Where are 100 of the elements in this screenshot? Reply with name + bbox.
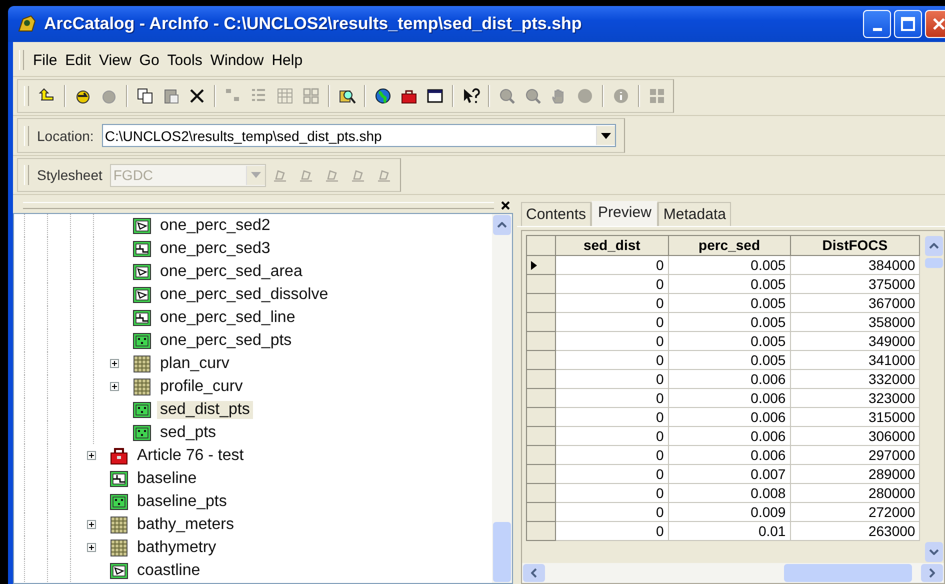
maximize-button[interactable] — [894, 10, 922, 38]
column-header[interactable]: sed_dist — [556, 236, 668, 256]
table-cell: 0 — [556, 502, 668, 522]
point-layer-icon — [132, 332, 152, 350]
scrollbar[interactable] — [924, 235, 944, 563]
table-cell: 0.006 — [668, 426, 790, 446]
tab[interactable]: Preview — [591, 201, 658, 226]
expand-toggle[interactable] — [110, 359, 119, 368]
table-cell: 0.01 — [668, 522, 790, 540]
line-layer-icon — [109, 470, 129, 488]
tree-item[interactable]: Article 76 - test — [134, 446, 247, 464]
table-cell: 0.005 — [668, 256, 790, 274]
raster-layer-icon — [109, 516, 129, 534]
table-cell: 0 — [556, 388, 668, 408]
tree-item[interactable]: baseline_pts — [134, 492, 230, 510]
scroll-right-icon — [929, 568, 935, 578]
tree-item[interactable]: baseline — [134, 470, 200, 488]
table-cell: 272000 — [790, 502, 920, 522]
table-cell: 0 — [556, 464, 668, 484]
table-cell: 0.005 — [668, 312, 790, 332]
table-cell: 384000 — [790, 256, 920, 274]
dropdown-icon — [600, 132, 611, 138]
scrollbar[interactable] — [522, 563, 944, 583]
table-cell: 280000 — [790, 484, 920, 502]
scroll-thumb[interactable] — [784, 564, 912, 582]
table-cell: 0.005 — [668, 274, 790, 294]
scroll-up-icon — [497, 222, 507, 228]
expand-toggle[interactable] — [87, 520, 96, 529]
table-cell: 0.006 — [668, 370, 790, 388]
expand-toggle[interactable] — [87, 543, 96, 552]
table-cell: 0 — [556, 350, 668, 370]
point-layer-icon — [132, 424, 152, 442]
tree-item[interactable]: bathy_meters — [134, 516, 237, 534]
raster-layer-icon — [132, 354, 152, 372]
point-layer-icon — [132, 400, 152, 418]
tree-item[interactable]: coastline — [134, 562, 204, 580]
stylesheet-label: Stylesheet — [37, 167, 102, 183]
location-field[interactable]: C:\UNCLOS2\results_temp\sed_dist_pts.shp — [102, 124, 616, 147]
toolbox-layer-icon — [109, 446, 129, 464]
tree-item[interactable]: one_perc_sed_pts — [157, 332, 295, 350]
tab[interactable]: Metadata — [658, 202, 731, 226]
table-cell: 0.007 — [668, 464, 790, 484]
table-cell: 0.005 — [668, 294, 790, 312]
table-cell: 0.006 — [668, 408, 790, 426]
window-title: ArcCatalog - ArcInfo - C:\UNCLOS2\results_temp\sed_dist_pts.shp — [44, 14, 583, 34]
point-layer-icon — [109, 492, 129, 510]
table-cell: 341000 — [790, 350, 920, 370]
minimize-button[interactable] — [863, 10, 891, 38]
tree-item[interactable]: one_perc_sed2 — [157, 216, 274, 234]
column-header[interactable]: perc_sed — [668, 236, 790, 256]
column-header[interactable]: DistFOCS — [790, 236, 920, 256]
tree-item[interactable]: one_perc_sed3 — [157, 240, 274, 258]
menu-item[interactable]: Window — [207, 50, 267, 70]
tree-item[interactable]: profile_curv — [157, 378, 246, 396]
close-button[interactable] — [925, 10, 945, 38]
minimize-icon — [872, 28, 882, 30]
close-icon — [932, 17, 945, 31]
table-cell: 0 — [556, 426, 668, 446]
tree-item[interactable]: one_perc_sed_dissolve — [157, 286, 332, 304]
tree-item[interactable]: one_perc_sed_area — [157, 262, 306, 280]
scroll-thumb[interactable] — [925, 258, 943, 268]
table-cell: 0 — [556, 294, 668, 312]
table-cell: 306000 — [790, 426, 920, 446]
scrollbar[interactable] — [492, 214, 512, 583]
expand-toggle[interactable] — [87, 451, 96, 460]
current-row-icon — [531, 260, 537, 270]
menu-item[interactable]: Go — [136, 50, 162, 70]
table-cell: 0 — [556, 312, 668, 332]
expand-toggle[interactable] — [110, 382, 119, 391]
tree-item[interactable]: one_perc_sed_line — [157, 308, 298, 326]
polygon-layer-icon — [132, 286, 152, 304]
table-cell: 332000 — [790, 370, 920, 388]
raster-layer-icon — [132, 378, 152, 396]
menu-item[interactable]: File — [30, 50, 60, 70]
table-cell: 0 — [556, 332, 668, 350]
scroll-thumb[interactable] — [493, 522, 511, 582]
line-layer-icon — [132, 308, 152, 326]
menu-item[interactable]: Tools — [164, 50, 206, 70]
table-cell: 0 — [556, 484, 668, 502]
menu-item[interactable]: View — [96, 50, 134, 70]
table-cell: 0.006 — [668, 446, 790, 464]
line-layer-icon — [132, 240, 152, 258]
tree-item[interactable]: sed_dist_pts — [157, 400, 253, 418]
scroll-down-icon — [929, 549, 940, 555]
menu-item[interactable]: Edit — [62, 50, 94, 70]
tab[interactable]: Contents — [521, 202, 592, 226]
table-cell: 349000 — [790, 332, 920, 350]
tree-item[interactable]: plan_curv — [157, 354, 232, 372]
maximize-icon — [900, 16, 916, 32]
polygon-layer-icon — [132, 262, 152, 280]
table-cell: 263000 — [790, 522, 920, 540]
row-selector[interactable] — [526, 256, 556, 274]
table-cell: 0 — [556, 446, 668, 464]
tree-item[interactable]: sed_pts — [157, 424, 220, 442]
corner-header — [526, 236, 556, 256]
table-cell: 375000 — [790, 274, 920, 294]
tree-item[interactable]: bathymetry — [134, 538, 220, 556]
table-cell: 0 — [556, 408, 668, 426]
menu-item[interactable]: Help — [268, 50, 306, 70]
table-cell: 0.008 — [668, 484, 790, 502]
